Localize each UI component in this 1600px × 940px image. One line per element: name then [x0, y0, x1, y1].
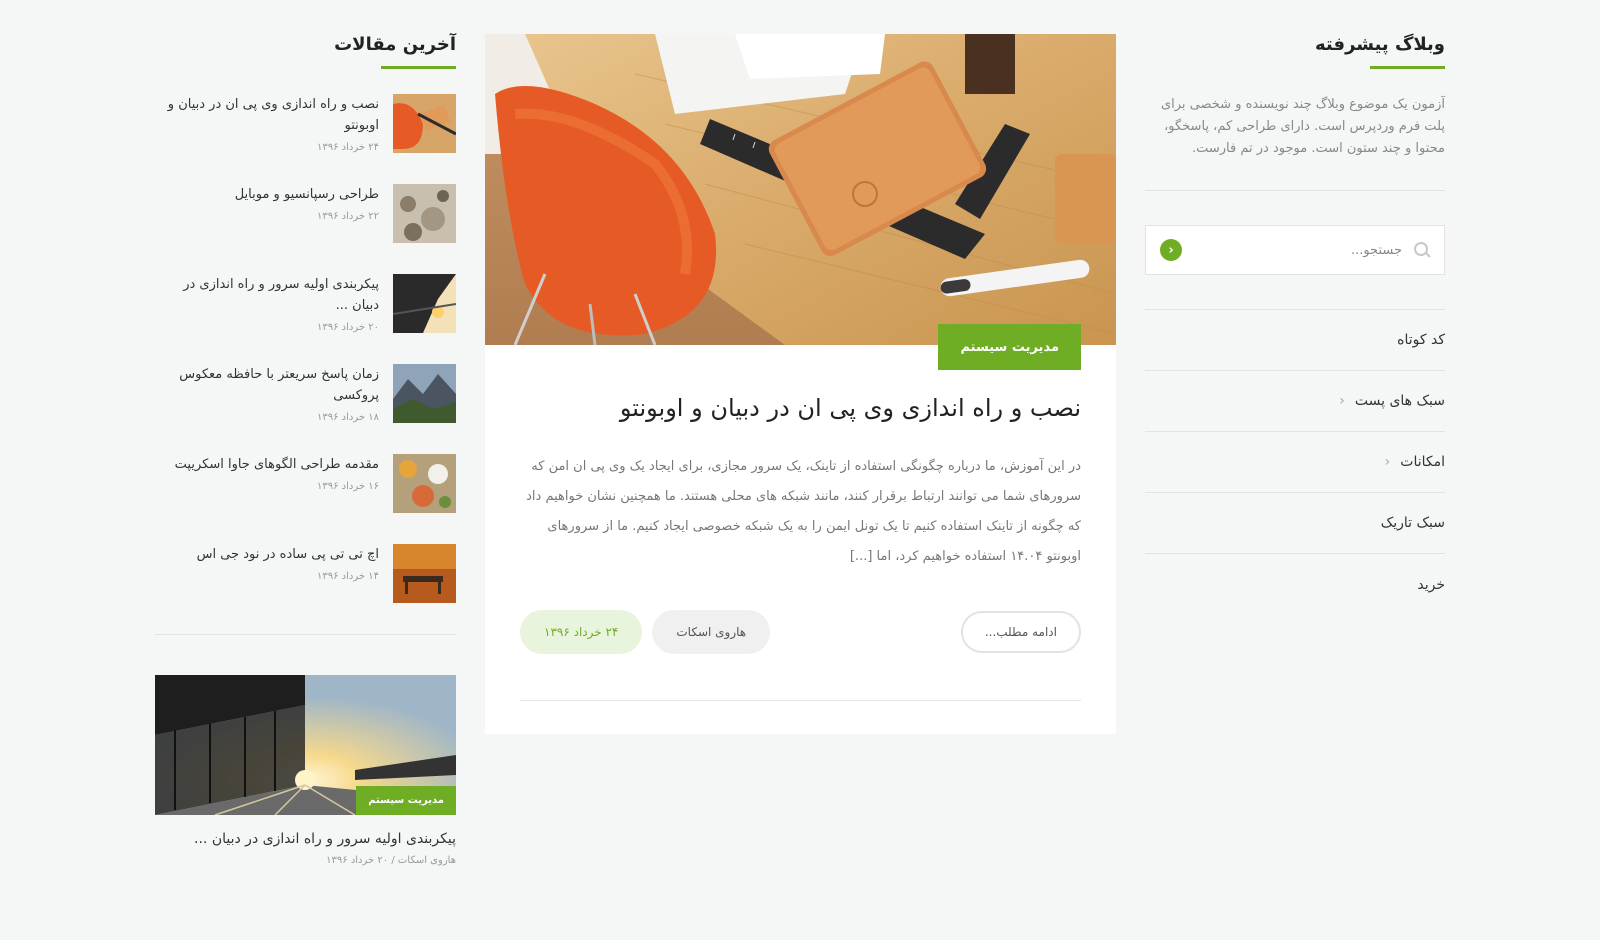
recent-post-title[interactable]: اچ تی تی پی ساده در نود جی اس	[155, 544, 379, 565]
featured-post-card: مدیریت سیستم پیکربندی اولیه سرور و راه ا…	[155, 675, 456, 866]
search-submit-button[interactable]: ‹	[1160, 239, 1182, 261]
recent-post-title[interactable]: طراحی رسپانسیو و موبایل	[155, 184, 379, 205]
recent-post-title[interactable]: نصب و راه اندازی وی پی ان در دبیان و اوب…	[155, 94, 379, 136]
menu-item-post-styles[interactable]: سبک های پست ‹	[1145, 371, 1445, 432]
post-title[interactable]: نصب و راه اندازی وی پی ان در دبیان و اوب…	[520, 390, 1081, 426]
date-pill[interactable]: ۲۴ خرداد ۱۳۹۶	[520, 610, 643, 654]
desk-photo	[485, 34, 1116, 345]
menu-item-purchase[interactable]: خرید	[1145, 554, 1445, 615]
post-featured-image[interactable]	[485, 34, 1116, 345]
recent-post-text: زمان پاسخ سریعتر با حافظه معکوس پروکسی ۱…	[155, 364, 379, 423]
post-category-badge[interactable]: مدیریت سیستم	[938, 324, 1081, 370]
menu-item-shortcode[interactable]: کد کوتاه	[1145, 310, 1445, 371]
recent-post-title[interactable]: زمان پاسخ سریعتر با حافظه معکوس پروکسی	[155, 364, 379, 406]
featured-card-title[interactable]: پیکربندی اولیه سرور و راه اندازی در دبیا…	[155, 831, 456, 847]
featured-card-meta: هاروی اسکات / ۲۰ خرداد ۱۳۹۶	[326, 855, 456, 866]
search-input[interactable]	[1182, 242, 1402, 258]
menu-item-label: خرید	[1417, 576, 1445, 593]
recent-post-date: ۱۸ خرداد ۱۳۹۶	[317, 412, 379, 423]
author-pill[interactable]: هاروی اسکات	[652, 610, 771, 654]
recent-post-text: مقدمه طراحی الگوهای جاوا اسکریپت ۱۶ خردا…	[155, 454, 379, 492]
post-thumbnail[interactable]	[393, 94, 456, 153]
sidebar-menu: کد کوتاه سبک های پست ‹ امکانات ‹ سبک تار…	[1145, 309, 1445, 615]
recent-posts-list: نصب و راه اندازی وی پی ان در دبیان و اوب…	[155, 94, 456, 603]
list-item: پیکربندی اولیه سرور و راه اندازی در دبیا…	[155, 274, 456, 333]
menu-item-label: کد کوتاه	[1397, 332, 1445, 348]
list-item: نصب و راه اندازی وی پی ان در دبیان و اوب…	[155, 94, 456, 153]
about-widget-title: وبلاگ پیشرفته	[1315, 34, 1445, 69]
recent-post-date: ۲۲ خرداد ۱۳۹۶	[317, 211, 379, 222]
about-text: آزمون یک موضوع وبلاگ چند نویسنده و شخصی …	[1145, 94, 1445, 191]
chevron-left-icon: ‹	[1384, 454, 1391, 470]
chevron-left-icon: ‹	[1339, 393, 1345, 409]
left-sidebar: آخرین مقالات نصب و راه اندازی وی پی ان د…	[155, 34, 456, 866]
sidebar-divider	[155, 634, 456, 635]
recent-post-date: ۱۶ خرداد ۱۳۹۶	[317, 481, 379, 492]
list-item: طراحی رسپانسیو و موبایل ۲۲ خرداد ۱۳۹۶	[155, 184, 456, 243]
list-item: مقدمه طراحی الگوهای جاوا اسکریپت ۱۶ خردا…	[155, 454, 456, 513]
recent-post-date: ۲۴ خرداد ۱۳۹۶	[317, 142, 379, 153]
list-item: اچ تی تی پی ساده در نود جی اس ۱۴ خرداد ۱…	[155, 544, 456, 603]
menu-item-label: امکانات	[1400, 454, 1445, 470]
post-thumbnail[interactable]	[393, 544, 456, 603]
recent-post-date: ۱۴ خرداد ۱۳۹۶	[317, 571, 379, 582]
post-thumbnail[interactable]	[393, 274, 456, 333]
list-item: زمان پاسخ سریعتر با حافظه معکوس پروکسی ۱…	[155, 364, 456, 423]
search-icon	[1414, 242, 1430, 258]
menu-item-label: سبک های پست	[1354, 393, 1445, 409]
read-more-button[interactable]: ادامه مطلب...	[960, 611, 1081, 653]
recent-post-text: نصب و راه اندازی وی پی ان در دبیان و اوب…	[155, 94, 379, 153]
recent-post-title[interactable]: پیکربندی اولیه سرور و راه اندازی در دبیا…	[155, 274, 379, 316]
featured-card-image[interactable]: مدیریت سیستم	[155, 675, 456, 815]
recent-post-title[interactable]: مقدمه طراحی الگوهای جاوا اسکریپت	[155, 454, 379, 475]
menu-item-label: سبک تاریک	[1380, 515, 1445, 531]
post-excerpt: در این آموزش، ما درباره چگونگی استفاده ا…	[526, 459, 1081, 564]
recent-posts-title: آخرین مقالات	[334, 34, 456, 69]
main-post-card: مدیریت سیستم نصب و راه اندازی وی پی ان د…	[485, 34, 1116, 734]
recent-post-text: طراحی رسپانسیو و موبایل ۲۲ خرداد ۱۳۹۶	[155, 184, 379, 222]
search-box: ‹	[1145, 225, 1445, 275]
menu-item-dark-style[interactable]: سبک تاریک	[1145, 493, 1445, 554]
menu-item-features[interactable]: امکانات ‹	[1145, 432, 1445, 493]
recent-post-text: اچ تی تی پی ساده در نود جی اس ۱۴ خرداد ۱…	[155, 544, 379, 582]
right-sidebar: وبلاگ پیشرفته آزمون یک موضوع وبلاگ چند ن…	[1145, 34, 1445, 615]
post-thumbnail[interactable]	[393, 364, 456, 423]
recent-post-date: ۲۰ خرداد ۱۳۹۶	[317, 322, 379, 333]
post-footer: ادامه مطلب... هاروی اسکات ۲۴ خرداد ۱۳۹۶	[520, 610, 1081, 701]
post-thumbnail[interactable]	[393, 184, 456, 243]
featured-card-category-badge[interactable]: مدیریت سیستم	[356, 786, 456, 815]
post-content: نصب و راه اندازی وی پی ان در دبیان و اوب…	[485, 345, 1116, 701]
arrow-left-icon: ‹	[1168, 242, 1174, 258]
post-thumbnail[interactable]	[393, 454, 456, 513]
recent-post-text: پیکربندی اولیه سرور و راه اندازی در دبیا…	[155, 274, 379, 333]
